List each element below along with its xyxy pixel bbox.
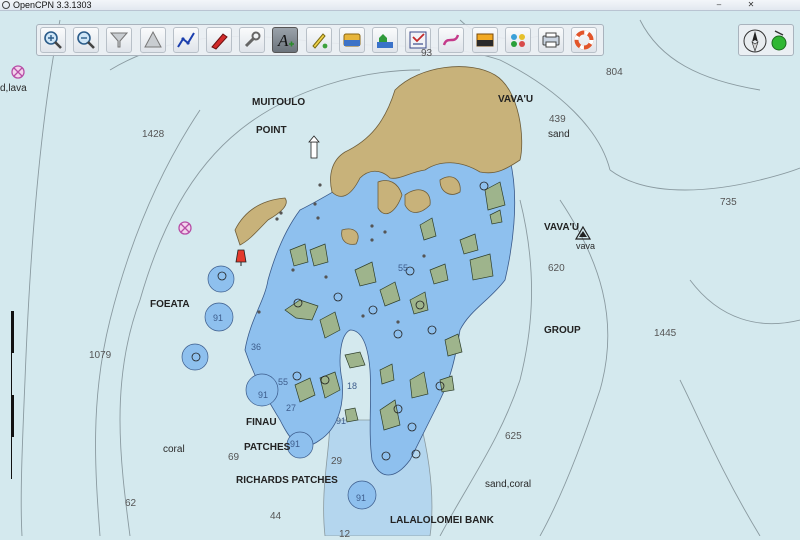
zoom-out-button[interactable]: [73, 27, 100, 53]
funnel-down-icon: [110, 32, 129, 48]
wrench-icon: [245, 31, 261, 48]
label-richards-patches: RICHARDS PATCHES: [236, 475, 338, 486]
track-icon: [443, 34, 460, 46]
shallow-sounding: 91: [213, 313, 224, 323]
quilt-icon: [377, 34, 393, 48]
current-icon: [311, 33, 327, 49]
shallow-sounding: 18: [347, 381, 358, 391]
color-scheme-icon: [476, 33, 494, 47]
label-point: POINT: [256, 125, 287, 136]
main-toolbar: A: [36, 24, 604, 56]
route-icon: [176, 32, 195, 48]
label-lalalolomei-bank: LALALOLOMEI BANK: [390, 515, 494, 526]
label-muitoulo: MUITOULO: [252, 97, 306, 108]
shallow-sounding: 27: [286, 403, 297, 413]
lifebuoy-icon: [574, 30, 594, 50]
printer-icon: [542, 32, 560, 48]
sounding: 62: [125, 498, 137, 509]
sounding: 44: [270, 511, 282, 522]
label-vavau-north: VAVA'U: [498, 94, 534, 105]
scale-in-button[interactable]: [106, 27, 133, 53]
zoom-in-button[interactable]: [40, 27, 66, 53]
settings-button[interactable]: [239, 27, 266, 53]
red-buoy-icon[interactable]: [235, 249, 247, 266]
shallow-sounding: 55: [278, 377, 289, 387]
sounding: 1428: [142, 129, 165, 140]
shallow-sounding: 55: [398, 263, 409, 273]
current-button[interactable]: [305, 27, 332, 53]
follow-button[interactable]: [206, 27, 232, 53]
text-button[interactable]: A: [272, 27, 299, 53]
compass-widget[interactable]: [738, 24, 794, 56]
help-button[interactable]: [571, 27, 598, 53]
funnel-up-icon: [143, 30, 162, 48]
label-coral: coral: [163, 444, 185, 455]
track-button[interactable]: [438, 27, 465, 53]
label-vava-beacon: vava: [576, 241, 596, 251]
sounding: 439: [549, 114, 566, 125]
sounding: 12: [339, 529, 351, 540]
sounding: 1079: [89, 350, 112, 361]
label-lava: d,lava: [0, 83, 27, 94]
ais-button[interactable]: [504, 27, 531, 53]
sounding: 29: [331, 456, 343, 467]
shallow-sounding: 91: [290, 439, 301, 449]
sounding: 620: [548, 263, 565, 274]
sounding: 69: [228, 452, 240, 463]
window-title: OpenCPN 3.3.1303: [13, 0, 92, 10]
list-icon: [409, 31, 427, 49]
label-sand-coral: sand,coral: [485, 479, 532, 490]
sounding: 1445: [654, 328, 677, 339]
ais-icon: [510, 34, 525, 47]
label-group: GROUP: [544, 325, 581, 336]
shallow-sounding: 36: [251, 342, 262, 352]
lighthouse-icon[interactable]: [308, 135, 320, 159]
boat-icon: [211, 33, 228, 50]
zoom-in-icon: [44, 31, 62, 49]
chart-canvas[interactable]: A MUITOULO POINT VAVA'U VAVA'U vava GROU…: [0, 11, 800, 540]
sounding: 93: [421, 48, 433, 59]
sounding: 804: [606, 67, 623, 78]
shallow-sounding: 91: [336, 416, 347, 426]
label-sand: sand: [548, 129, 570, 140]
app-icon: [2, 1, 10, 9]
color-scheme-button[interactable]: [471, 27, 498, 53]
window-title-bar: OpenCPN 3.3.1303 – ✕: [0, 0, 800, 11]
shallow-sounding: 91: [258, 390, 269, 400]
scale-bar: [11, 311, 14, 481]
label-finau: FINAU: [246, 417, 277, 428]
chart-print-button[interactable]: [538, 27, 564, 53]
text-a-icon: A: [277, 31, 295, 50]
sounding: 735: [720, 197, 737, 208]
quilt-button[interactable]: [372, 27, 398, 53]
close-button[interactable]: ✕: [738, 0, 764, 9]
tide-button[interactable]: [338, 27, 365, 53]
zoom-out-icon: [77, 31, 96, 49]
tide-icon: [343, 33, 361, 47]
magenta-marker-symbols: [11, 65, 192, 235]
svg-text:A: A: [277, 31, 289, 50]
label-vavau-east: VAVA'U: [544, 222, 580, 233]
route-button[interactable]: [172, 27, 199, 53]
minimize-button[interactable]: –: [706, 0, 732, 9]
label-foeata: FOEATA: [150, 299, 190, 310]
label-patches: PATCHES: [244, 442, 291, 453]
shallow-sounding: 91: [356, 493, 367, 503]
scale-out-button[interactable]: [139, 27, 166, 53]
sounding: 625: [505, 431, 522, 442]
